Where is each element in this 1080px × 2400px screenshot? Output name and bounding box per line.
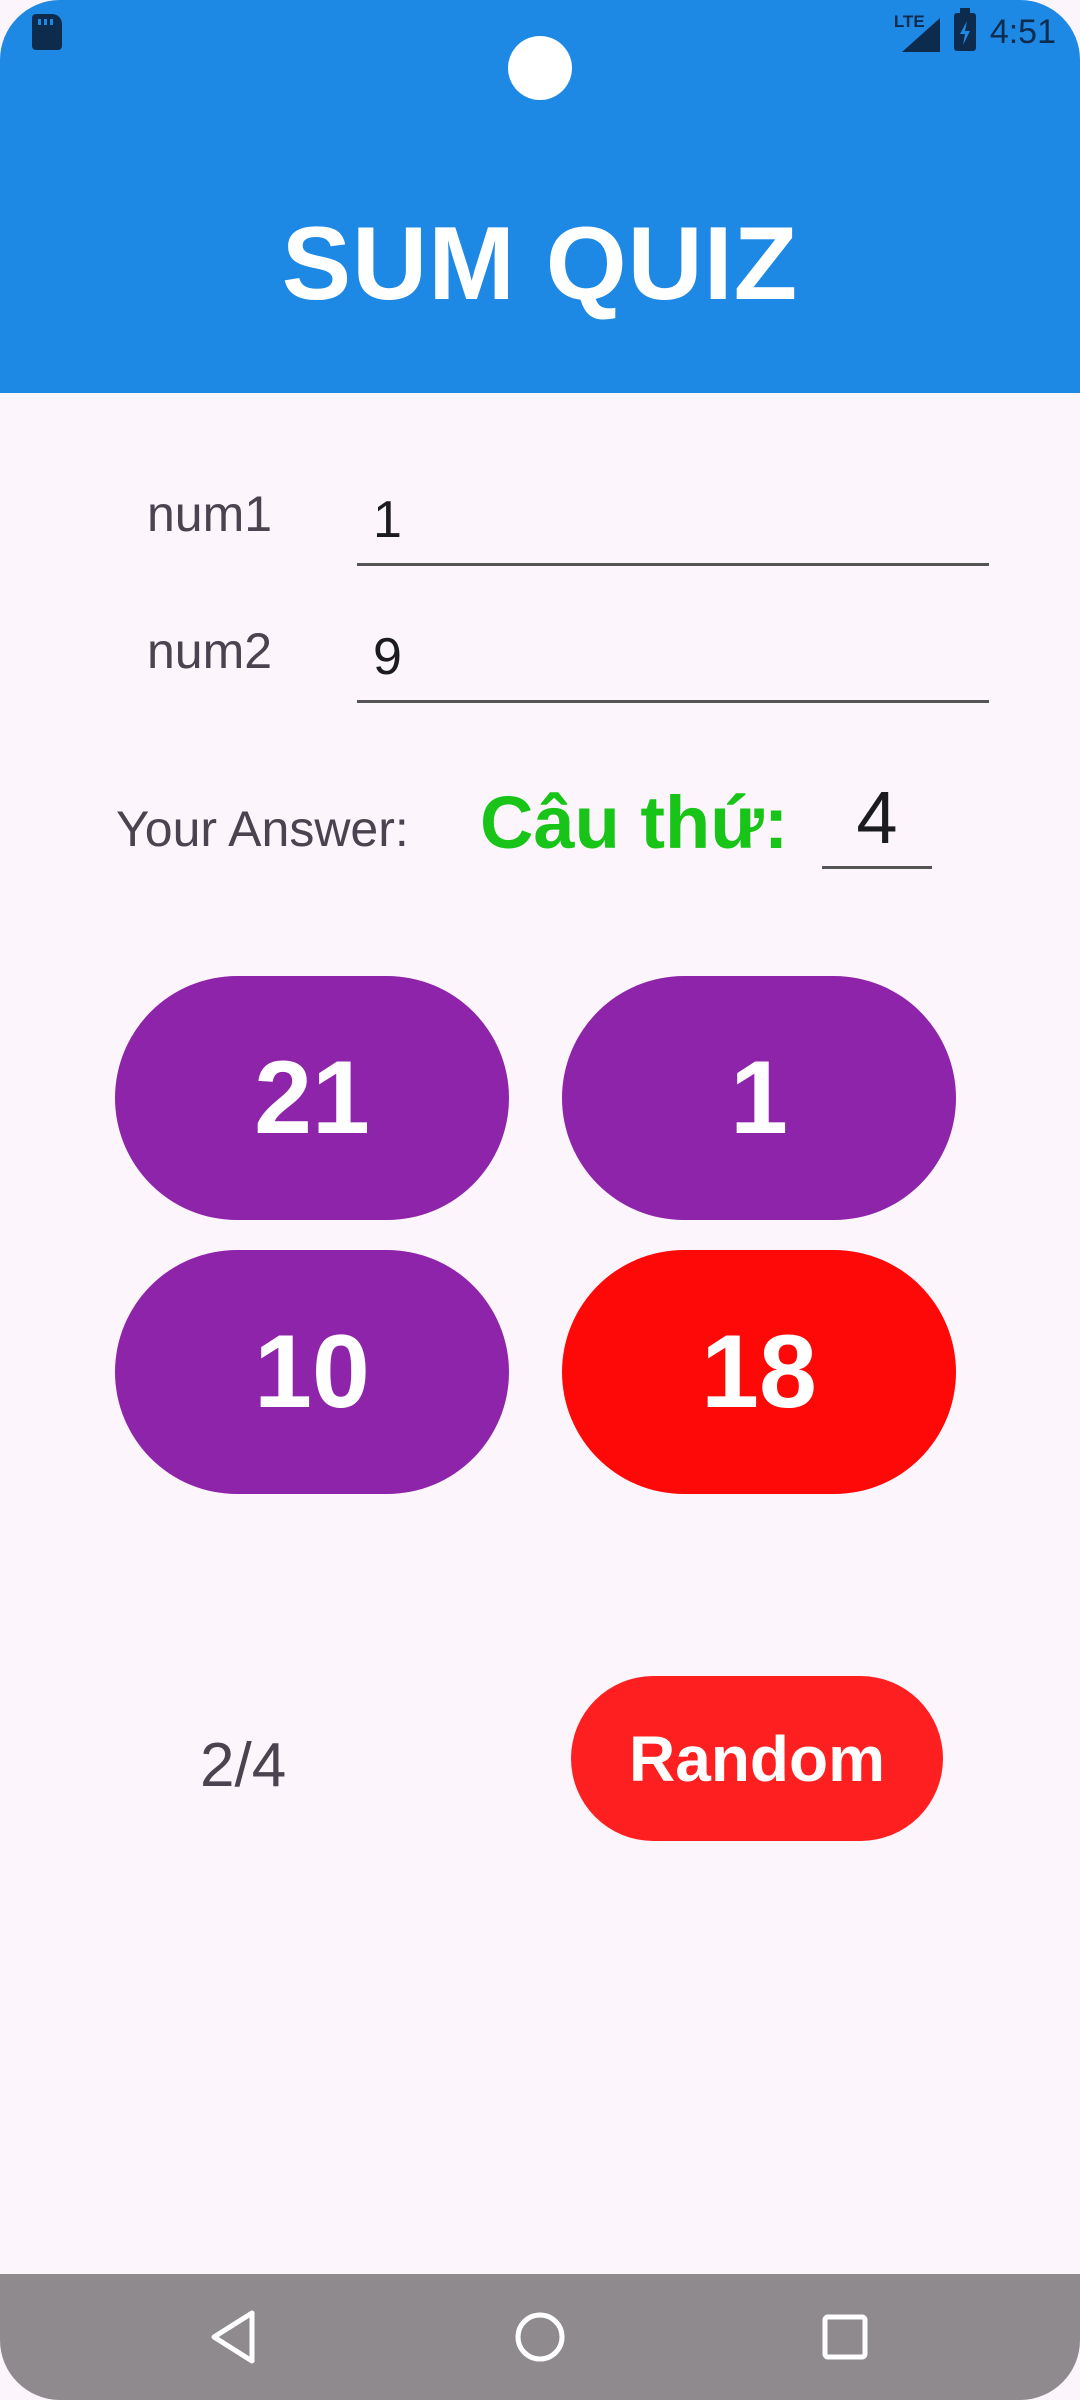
num2-label: num2 xyxy=(147,623,273,679)
battery-charging-icon xyxy=(953,8,976,51)
status-bar: LTE 4:51 xyxy=(890,8,1056,56)
sd-card-icon xyxy=(32,14,62,50)
num2-field[interactable] xyxy=(357,622,989,703)
answer-option-1[interactable]: 21 xyxy=(115,976,509,1220)
recents-icon[interactable] xyxy=(812,2304,878,2370)
camera-cutout xyxy=(508,36,572,100)
answer-option-2[interactable]: 1 xyxy=(562,976,956,1220)
app-header: LTE 4:51 SUM QUIZ xyxy=(0,0,1080,393)
question-number-field[interactable] xyxy=(822,768,932,869)
status-time: 4:51 xyxy=(989,12,1056,51)
page-title: SUM QUIZ xyxy=(281,206,799,322)
back-icon[interactable] xyxy=(202,2304,268,2370)
answer-option-4[interactable]: 18 xyxy=(562,1250,956,1494)
your-answer-label: Your Answer: xyxy=(116,801,409,857)
home-icon[interactable] xyxy=(507,2304,573,2370)
num1-field[interactable] xyxy=(357,485,989,566)
question-number-label: Câu thứ: xyxy=(480,781,789,864)
random-button[interactable]: Random xyxy=(571,1676,943,1841)
answer-option-3[interactable]: 10 xyxy=(115,1250,509,1494)
progress-counter: 2/4 xyxy=(200,1731,287,1800)
navigation-bar xyxy=(0,2274,1080,2400)
lte-signal-icon: LTE xyxy=(890,12,940,52)
num1-label: num1 xyxy=(147,486,273,542)
